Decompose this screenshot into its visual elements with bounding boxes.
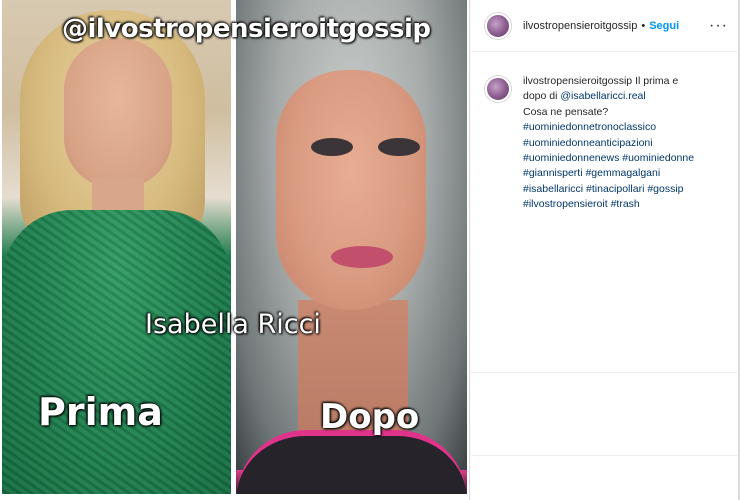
hashtag-link[interactable]: #ilvostropensieroit [523, 198, 608, 210]
before-label: Prima [38, 390, 163, 434]
post-sidebar: ilvostropensieroitgossip • Segui ··· ilv… [471, 0, 740, 500]
hashtag-link[interactable]: #uominiedonneanticipazioni [523, 137, 653, 149]
section-divider [471, 372, 740, 373]
post-header: ilvostropensieroitgossip • Segui ··· [471, 0, 740, 52]
after-lips [331, 246, 393, 268]
after-top [236, 430, 467, 494]
caption-line-3: Cosa ne pensate? [523, 105, 609, 118]
after-label: Dopo [320, 397, 420, 437]
instagram-post-embed: @ilvostropensieroitgossip Isabella Ricci… [0, 0, 740, 500]
hashtag-link[interactable]: #giannisperti [523, 167, 583, 179]
watermark-text: @ilvostropensieroitgossip [62, 14, 431, 44]
header-username[interactable]: ilvostropensieroitgossip [523, 20, 637, 32]
mention-link[interactable]: @isabellaricci.real [560, 90, 645, 102]
hashtag-link[interactable]: #gemmagalgani [585, 167, 660, 179]
hashtag-link[interactable]: #trash [611, 198, 640, 210]
avatar[interactable] [485, 12, 511, 39]
hashtag-link[interactable]: #gossip [647, 183, 683, 195]
hashtag-link[interactable]: #uominiedonnetronoclassico [523, 121, 656, 133]
person-name-label: Isabella Ricci [145, 309, 321, 340]
separator-dot: • [641, 19, 646, 32]
green-sweater [2, 210, 231, 494]
post-media[interactable]: @ilvostropensieroitgossip Isabella Ricci… [0, 0, 470, 500]
after-face [276, 70, 426, 310]
after-eye-right [378, 138, 420, 156]
hashtag-link[interactable]: #tinacipollari [586, 183, 644, 195]
caption-avatar[interactable] [485, 76, 511, 102]
caption-line-1: Il prima e [635, 75, 679, 87]
hashtag-link[interactable]: #uominiedonnenews [523, 152, 619, 164]
after-eye-left [311, 138, 353, 156]
hashtag-link[interactable]: #uominiedonne [622, 152, 694, 164]
follow-button[interactable]: Segui [649, 20, 679, 32]
caption-line-2: dopo di [523, 90, 558, 103]
section-divider [471, 455, 740, 456]
caption-text: ilvostropensieroitgossip Il prima e dopo… [523, 74, 694, 213]
more-options-icon[interactable]: ··· [709, 17, 728, 34]
post-caption: ilvostropensieroitgossip Il prima e dopo… [471, 52, 740, 213]
hashtag-link[interactable]: #isabellaricci [523, 183, 583, 195]
caption-username[interactable]: ilvostropensieroitgossip [523, 75, 632, 87]
before-face [64, 38, 172, 188]
